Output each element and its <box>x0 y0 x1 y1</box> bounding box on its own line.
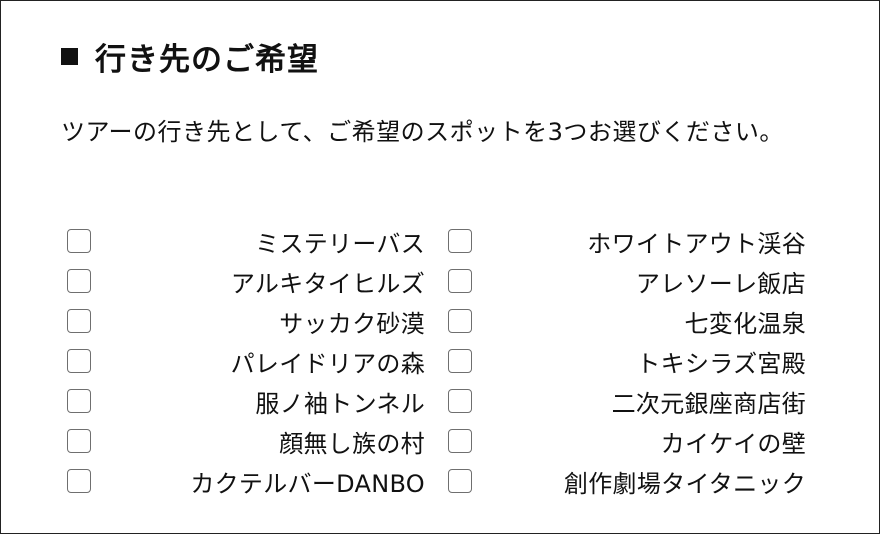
option-sleeve-tunnel[interactable]: 服ノ袖トンネル <box>67 381 425 421</box>
option-label: ホワイトアウト渓谷 <box>587 229 806 258</box>
option-label: アレソーレ飯店 <box>635 269 806 298</box>
checkbox[interactable] <box>448 309 472 333</box>
section-heading: 行き先のご希望 <box>61 34 319 79</box>
section-title: 行き先のご希望 <box>95 42 319 78</box>
option-sousaku-theater-titanic[interactable]: 創作劇場タイタニック <box>448 461 806 501</box>
square-bullet-icon <box>61 48 78 65</box>
option-label: 創作劇場タイタニック <box>563 469 806 498</box>
option-aresore-restaurant[interactable]: アレソーレ飯店 <box>448 261 806 301</box>
option-mystery-bus[interactable]: ミステリーバス <box>67 221 425 261</box>
option-label: 七変化温泉 <box>684 309 806 338</box>
option-label: カクテルバーDANBO <box>190 469 425 498</box>
option-2d-ginza-shopping-street[interactable]: 二次元銀座商店街 <box>448 381 806 421</box>
option-tokishirazu-palace[interactable]: トキシラズ宮殿 <box>448 341 806 381</box>
checkbox[interactable] <box>67 309 91 333</box>
option-label: 服ノ袖トンネル <box>255 389 425 418</box>
checkbox[interactable] <box>67 349 91 373</box>
section-description: ツアーの行き先として、ご希望のスポットを3つお選びください。 <box>61 118 784 146</box>
option-label: 二次元銀座商店街 <box>611 389 806 418</box>
option-label: パレイドリアの森 <box>230 349 425 378</box>
option-label: 顔無し族の村 <box>279 429 425 458</box>
checkbox[interactable] <box>448 469 472 493</box>
option-shichihenge-onsen[interactable]: 七変化温泉 <box>448 301 806 341</box>
option-label: トキシラズ宮殿 <box>636 349 806 378</box>
checkbox[interactable] <box>67 269 91 293</box>
checkbox[interactable] <box>448 429 472 453</box>
option-label: アルキタイヒルズ <box>230 269 425 298</box>
option-faceless-village[interactable]: 顔無し族の村 <box>67 421 425 461</box>
option-arukitai-hills[interactable]: アルキタイヒルズ <box>67 261 425 301</box>
option-sakkaku-desert[interactable]: サッカク砂漠 <box>67 301 425 341</box>
checkbox[interactable] <box>67 469 91 493</box>
checkbox[interactable] <box>67 229 91 253</box>
checkbox[interactable] <box>67 389 91 413</box>
checkbox[interactable] <box>448 269 472 293</box>
option-whiteout-valley[interactable]: ホワイトアウト渓谷 <box>448 221 806 261</box>
option-label: カイケイの壁 <box>660 429 806 458</box>
option-label: ミステリーバス <box>255 229 425 258</box>
checkbox[interactable] <box>448 229 472 253</box>
option-label: サッカク砂漠 <box>279 309 425 338</box>
checkbox[interactable] <box>448 389 472 413</box>
option-cocktail-bar-danbo[interactable]: カクテルバーDANBO <box>67 461 425 501</box>
option-pareidolia-forest[interactable]: パレイドリアの森 <box>67 341 425 381</box>
option-kaikei-wall[interactable]: カイケイの壁 <box>448 421 806 461</box>
checkbox[interactable] <box>448 349 472 373</box>
destination-preference-panel: 行き先のご希望 ツアーの行き先として、ご希望のスポットを3つお選びください。 ミ… <box>0 0 880 534</box>
checkbox[interactable] <box>67 429 91 453</box>
